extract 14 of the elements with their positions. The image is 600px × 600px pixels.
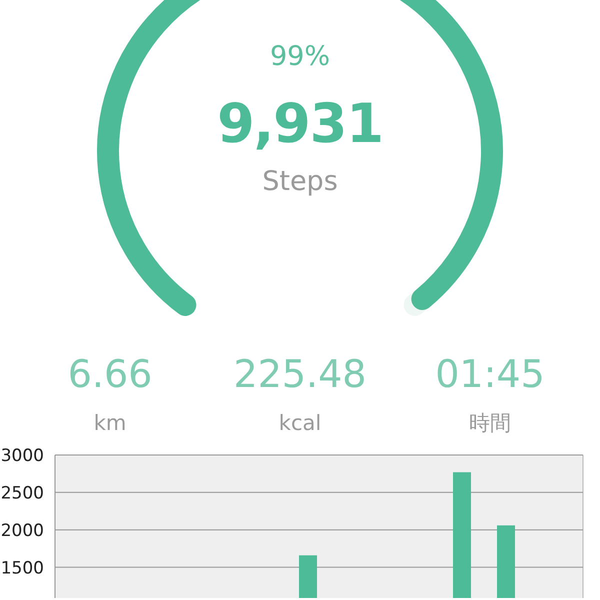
y-axis-label: 2500 bbox=[0, 483, 44, 504]
percent-text: 99% bbox=[270, 40, 330, 74]
y-axis-label: 1500 bbox=[0, 558, 44, 578]
stat-value: 225.48 bbox=[234, 351, 366, 398]
stat-label: kcal bbox=[278, 410, 322, 437]
y-axis-label: 3000 bbox=[0, 446, 44, 466]
steps-label: Steps bbox=[262, 165, 338, 199]
y-axis-label: 2000 bbox=[0, 520, 44, 541]
stat-value: 01:45 bbox=[435, 351, 545, 398]
stat-label: km bbox=[94, 410, 126, 437]
step-count: 9,931 bbox=[217, 91, 383, 157]
stat-value: 6.66 bbox=[68, 351, 152, 398]
chart-bar bbox=[299, 555, 317, 598]
stat-label: 時間 bbox=[469, 410, 511, 437]
